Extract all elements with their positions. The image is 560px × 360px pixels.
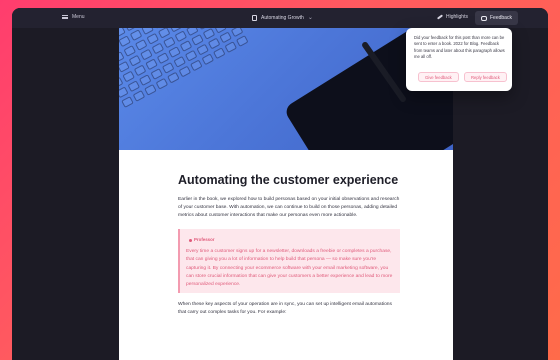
- popup-text: Did your feedback for this post than mor…: [414, 35, 505, 59]
- document-icon: [252, 14, 257, 21]
- keyboard-key: [132, 90, 146, 102]
- popup-button-right[interactable]: Reply feedback: [464, 72, 507, 82]
- keyboard-key: [144, 83, 157, 96]
- keyboard-key: [224, 41, 238, 53]
- menu-button[interactable]: Menu: [62, 14, 85, 20]
- title-bar: Menu Automating Growth ⌄ Highlights Feed…: [12, 8, 548, 28]
- keyboard-key: [235, 35, 249, 47]
- feedback-label: Feedback: [490, 15, 512, 21]
- keyboard-key: [201, 53, 215, 66]
- highlight-text: Every time a customer signs up for a new…: [186, 249, 393, 287]
- highlight-tag-label: Professor: [194, 237, 215, 243]
- document-title-text: Automating Growth: [261, 14, 304, 21]
- keyboard-key: [190, 59, 203, 72]
- feedback-button[interactable]: Feedback: [475, 11, 518, 25]
- hero-image: [119, 28, 453, 150]
- highlights-label: Highlights: [446, 14, 468, 20]
- keyboard-illustration: [119, 28, 288, 149]
- keyboard-key: [167, 71, 180, 84]
- hamburger-icon: [62, 15, 68, 19]
- keyboard-key: [155, 77, 169, 90]
- document-title[interactable]: Automating Growth ⌄: [252, 14, 313, 21]
- keyboard-key: [178, 65, 192, 78]
- keyboard-key: [121, 96, 134, 108]
- popup-button-left[interactable]: Give feedback: [418, 72, 459, 82]
- article-heading: Automating the customer experience: [178, 173, 399, 187]
- highlight-block[interactable]: Professor Every time a customer signs up…: [178, 229, 400, 293]
- menu-label: Menu: [72, 14, 85, 20]
- article-closing: When these key aspects of your operation…: [178, 301, 392, 315]
- keyboard-key: [213, 47, 226, 60]
- highlight-tag: Professor: [186, 235, 218, 246]
- feedback-popup: Did your feedback for this post than mor…: [406, 28, 512, 91]
- article-intro: Earlier in the book, we explored how to …: [178, 197, 400, 219]
- highlights-button[interactable]: Highlights: [436, 14, 468, 20]
- chat-bubble-icon: [481, 15, 487, 21]
- chevron-down-icon: ⌄: [307, 15, 313, 21]
- document-page: Automating the customer experience Earli…: [119, 28, 453, 360]
- pen-icon: [436, 14, 444, 20]
- article-content: Automating the customer experience Earli…: [178, 173, 400, 317]
- highlight-dot-icon: [189, 238, 192, 242]
